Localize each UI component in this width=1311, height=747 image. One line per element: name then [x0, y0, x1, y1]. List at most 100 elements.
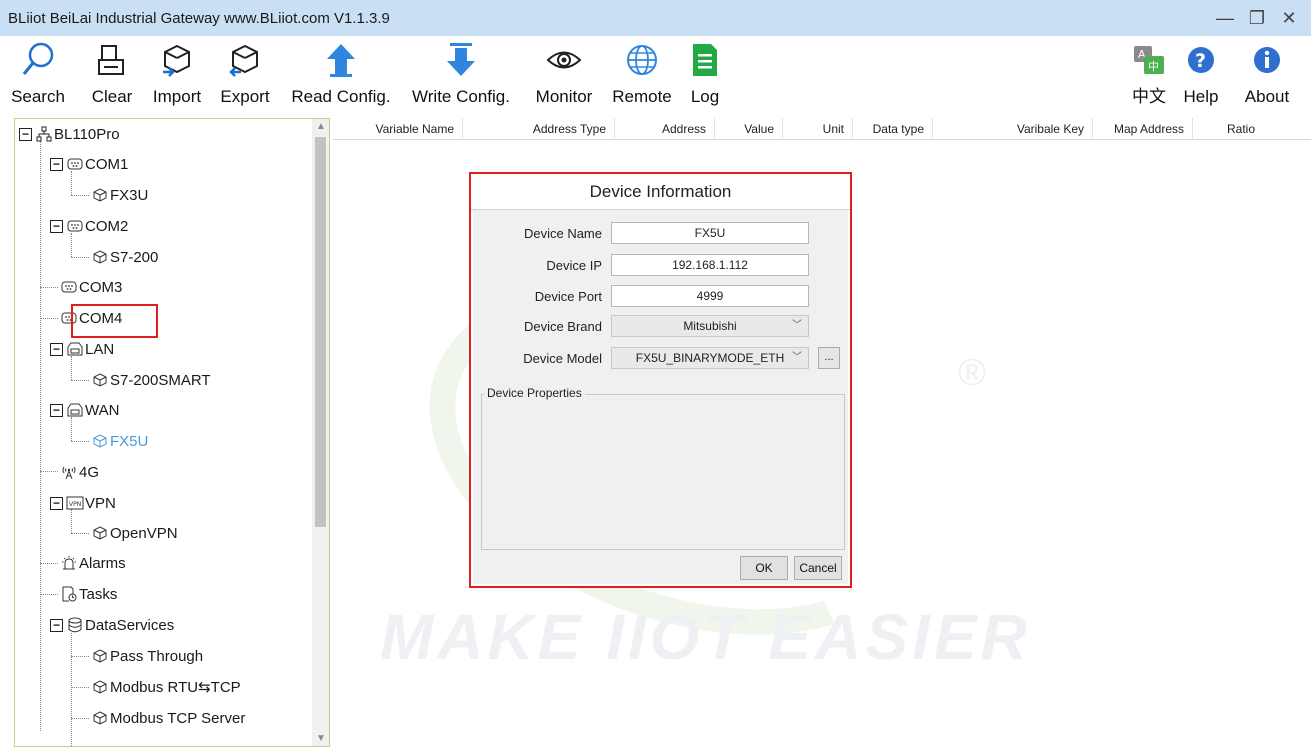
- tree-item-com1[interactable]: − COM1: [50, 153, 128, 175]
- column-header[interactable]: Address: [615, 118, 715, 140]
- collapse-icon[interactable]: −: [50, 219, 63, 233]
- column-header[interactable]: Value: [715, 118, 783, 140]
- device-port-field[interactable]: 4999: [611, 285, 809, 307]
- device-ip-field[interactable]: 192.168.1.112: [611, 254, 809, 276]
- tree-item-modbus-rtu-tcp[interactable]: Modbus RTU⇆TCP: [91, 676, 241, 698]
- ok-button[interactable]: OK: [740, 556, 788, 580]
- device-icon: [91, 187, 109, 203]
- title-bar: BLiiot BeiLai Industrial Gateway www.BLi…: [0, 0, 1311, 36]
- tree-item-fx3u[interactable]: FX3U: [91, 184, 148, 206]
- export-button[interactable]: Export: [212, 40, 278, 110]
- tree-item-com3[interactable]: COM3: [60, 276, 122, 298]
- search-icon: [20, 40, 56, 80]
- svg-text:?: ?: [1195, 50, 1206, 72]
- close-button[interactable]: ✕: [1273, 8, 1305, 29]
- vpn-icon: VPN: [66, 495, 84, 511]
- watermark-text: MAKE IIOT EASIER: [380, 601, 1031, 673]
- search-button[interactable]: Search: [2, 40, 74, 110]
- chevron-down-icon: ﹀: [792, 320, 802, 331]
- help-button[interactable]: ? Help: [1178, 40, 1224, 110]
- language-icon: A中: [1132, 40, 1166, 80]
- column-header[interactable]: Unit: [783, 118, 853, 140]
- cancel-button[interactable]: Cancel: [794, 556, 842, 580]
- tree-item-alarms[interactable]: Alarms: [60, 552, 126, 574]
- ethernet-port-icon: [66, 402, 84, 418]
- device-icon: [91, 249, 109, 265]
- maximize-button[interactable]: ❐: [1241, 8, 1273, 29]
- collapse-icon[interactable]: −: [50, 403, 63, 417]
- svg-text:中: 中: [1148, 60, 1159, 73]
- tree-item-modbus-tcp-server[interactable]: Modbus TCP Server: [91, 707, 245, 729]
- device-name-label: Device Name: [523, 225, 602, 241]
- column-header[interactable]: Data type: [853, 118, 933, 140]
- monitor-button[interactable]: Monitor: [526, 40, 602, 110]
- scroll-thumb[interactable]: [315, 137, 326, 527]
- tree-item-s7-200smart[interactable]: S7-200SMART: [91, 369, 211, 391]
- variables-table-header: Variable Name Address Type Address Value…: [333, 118, 1311, 140]
- column-header[interactable]: Map Address: [1093, 118, 1193, 140]
- upload-icon: [324, 40, 358, 80]
- tree-item-com2[interactable]: − COM2: [50, 215, 128, 237]
- log-button[interactable]: Log: [682, 40, 728, 110]
- remote-button[interactable]: Remote: [606, 40, 678, 110]
- device-tree[interactable]: − BL110Pro − COM1 FX3U − COM2 S7-200 COM…: [14, 118, 330, 747]
- minimize-button[interactable]: —: [1209, 8, 1241, 29]
- column-header[interactable]: Varibale Key: [933, 118, 1093, 140]
- model-more-button[interactable]: ...: [818, 347, 840, 369]
- collapse-icon[interactable]: −: [50, 342, 63, 356]
- read-config-button[interactable]: Read Config.: [282, 40, 400, 110]
- tree-item-wan[interactable]: − WAN: [50, 399, 119, 421]
- toolbar: Search Clear Import Export Read Config.: [0, 36, 1311, 114]
- dialog-title: Device Information: [471, 174, 850, 210]
- column-header[interactable]: Address Type: [463, 118, 615, 140]
- chevron-down-icon: ﹀: [792, 352, 802, 363]
- language-button[interactable]: A中 中文: [1126, 40, 1172, 110]
- collapse-icon[interactable]: −: [50, 618, 63, 632]
- write-config-button[interactable]: Write Config.: [402, 40, 520, 110]
- device-icon: [91, 679, 109, 695]
- device-icon: [91, 710, 109, 726]
- tree-item-vpn[interactable]: − VPN VPN: [50, 492, 116, 514]
- tree-item-s7-200[interactable]: S7-200: [91, 246, 158, 268]
- tree-root[interactable]: − BL110Pro: [19, 123, 120, 145]
- antenna-icon: [60, 464, 78, 480]
- device-icon: [91, 433, 109, 449]
- globe-icon: [625, 40, 659, 80]
- device-icon: [91, 648, 109, 664]
- device-brand-select[interactable]: Mitsubishi ﹀: [611, 315, 809, 337]
- info-icon: [1251, 40, 1283, 80]
- tree-item-fx5u[interactable]: FX5U: [91, 430, 148, 452]
- network-icon: [35, 126, 53, 142]
- registered-mark: ®: [958, 352, 986, 394]
- device-properties-label: Device Properties: [484, 386, 585, 400]
- tree-item-tasks[interactable]: Tasks: [60, 583, 117, 605]
- tree-item-4g[interactable]: 4G: [60, 461, 99, 483]
- tree-scrollbar[interactable]: ▲ ▼: [312, 119, 329, 746]
- tree-item-dataservices[interactable]: − DataServices: [50, 614, 174, 636]
- collapse-icon[interactable]: −: [50, 496, 63, 510]
- window-controls: — ❐ ✕: [1209, 0, 1305, 36]
- clear-icon: [95, 40, 129, 80]
- import-icon: [159, 40, 195, 80]
- alarm-icon: [60, 555, 78, 571]
- import-button[interactable]: Import: [144, 40, 210, 110]
- ethernet-port-icon: [66, 341, 84, 357]
- scroll-down-icon[interactable]: ▼: [316, 733, 326, 744]
- device-icon: [91, 372, 109, 388]
- device-brand-label: Device Brand: [523, 318, 602, 334]
- tree-item-openvpn[interactable]: OpenVPN: [91, 522, 178, 544]
- device-information-dialog: Device Information Device Name FX5U Devi…: [469, 172, 852, 588]
- collapse-icon[interactable]: −: [50, 157, 63, 171]
- device-name-field[interactable]: FX5U: [611, 222, 809, 244]
- about-button[interactable]: About: [1230, 40, 1304, 110]
- serial-port-icon: [60, 279, 78, 295]
- column-header[interactable]: Variable Name: [333, 118, 463, 140]
- download-icon: [444, 40, 478, 80]
- tree-item-lan[interactable]: − LAN: [50, 338, 114, 360]
- collapse-icon[interactable]: −: [19, 127, 32, 141]
- scroll-up-icon[interactable]: ▲: [316, 121, 326, 132]
- tree-item-pass-through[interactable]: Pass Through: [91, 645, 203, 667]
- clear-button[interactable]: Clear: [82, 40, 142, 110]
- device-model-select[interactable]: FX5U_BINARYMODE_ETH ﹀: [611, 347, 809, 369]
- column-header[interactable]: Ratio: [1193, 118, 1263, 140]
